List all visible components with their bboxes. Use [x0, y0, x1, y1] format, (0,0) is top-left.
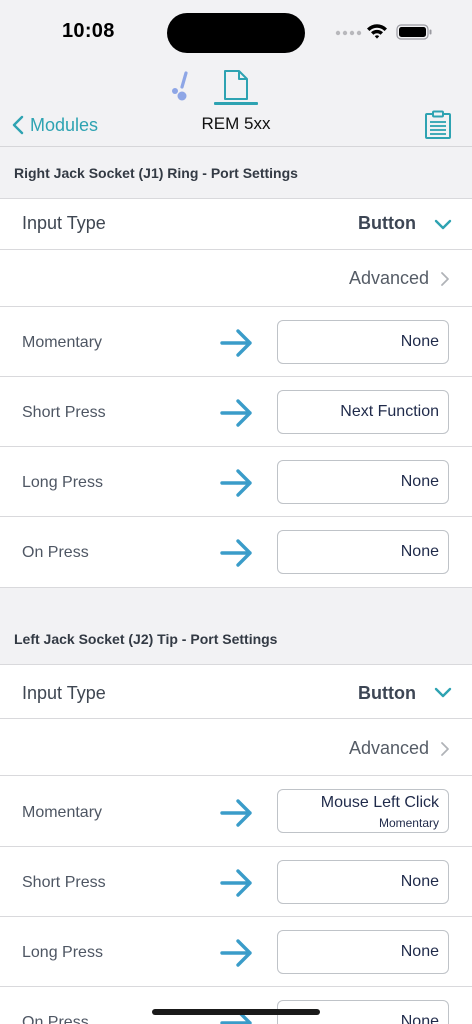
active-tab-indicator — [214, 102, 258, 105]
page-title: REM 5xx — [201, 114, 271, 133]
action-row: On Press None — [0, 986, 472, 1024]
input-type-row[interactable]: Input Type Button — [0, 664, 472, 719]
action-label: Momentary — [22, 804, 103, 821]
input-type-label: Input Type — [22, 683, 106, 703]
action-select-box[interactable]: Mouse Left Click Momentary — [277, 789, 449, 833]
action-label: Short Press — [22, 874, 106, 891]
nav-bar: Modules REM 5xx — [0, 106, 472, 146]
wheelchair-icon[interactable] — [168, 70, 192, 102]
action-select-box[interactable]: None — [277, 930, 449, 974]
section-header: Right Jack Socket (J1) Ring - Port Setti… — [14, 165, 298, 181]
arrow-right-icon — [220, 869, 252, 897]
chevron-down-icon[interactable] — [434, 219, 452, 231]
action-label: Long Press — [22, 474, 103, 491]
advanced-label: Advanced — [348, 738, 429, 758]
wifi-icon — [367, 24, 387, 39]
action-label: Momentary — [22, 334, 103, 351]
advanced-row[interactable]: Advanced — [0, 718, 472, 776]
battery-icon — [396, 24, 432, 40]
action-select-box[interactable]: None — [277, 320, 449, 364]
action-row: On Press None — [0, 516, 472, 588]
input-type-value[interactable]: Button — [358, 683, 416, 704]
arrow-right-icon — [220, 799, 252, 827]
action-row: Momentary Mouse Left Click Momentary — [0, 775, 472, 847]
chevron-down-icon[interactable] — [434, 687, 452, 699]
home-indicator — [152, 1009, 320, 1015]
status-bar: 10:08 — [0, 0, 472, 62]
action-select-box[interactable]: None — [277, 530, 449, 574]
input-type-row[interactable]: Input Type Button — [0, 198, 472, 250]
action-value: None — [400, 943, 439, 960]
arrow-right-icon — [220, 329, 252, 357]
action-label: Long Press — [22, 944, 103, 961]
dynamic-island — [167, 13, 305, 53]
chevron-right-icon — [441, 272, 449, 286]
arrow-right-icon — [220, 469, 252, 497]
action-select-box[interactable]: None — [277, 860, 449, 904]
action-value: None — [400, 543, 439, 560]
arrow-right-icon — [220, 939, 252, 967]
section-header: Left Jack Socket (J2) Tip - Port Setting… — [14, 631, 278, 647]
action-select-box[interactable]: Next Function — [277, 390, 449, 434]
nav-divider — [0, 146, 472, 147]
action-value: None — [400, 1013, 439, 1024]
clipboard-icon[interactable] — [424, 110, 452, 140]
action-row: Short Press Next Function — [0, 376, 472, 447]
action-row: Momentary None — [0, 306, 472, 377]
action-value: Mouse Left Click — [320, 794, 439, 811]
arrow-right-icon — [220, 399, 252, 427]
action-label: Short Press — [22, 404, 106, 421]
action-row: Long Press None — [0, 446, 472, 517]
arrow-right-icon — [220, 539, 252, 567]
status-time: 10:08 — [62, 20, 115, 42]
status-icons — [335, 24, 432, 40]
action-select-box[interactable]: None — [277, 460, 449, 504]
chevron-right-icon — [441, 742, 449, 756]
action-value: None — [400, 333, 439, 350]
action-value: Next Function — [340, 403, 439, 420]
action-row: Long Press None — [0, 916, 472, 987]
advanced-row[interactable]: Advanced — [0, 249, 472, 307]
top-tabs — [0, 66, 472, 108]
action-label: On Press — [22, 544, 89, 561]
input-type-value[interactable]: Button — [358, 213, 416, 234]
input-type-label: Input Type — [22, 213, 106, 233]
action-value-subtitle: Momentary — [378, 816, 439, 830]
screen: 10:08 Modules REM 5xx Right Jack Socket … — [0, 0, 472, 1024]
advanced-label: Advanced — [348, 268, 429, 288]
action-row: Short Press None — [0, 846, 472, 917]
document-icon[interactable] — [222, 69, 250, 101]
cellular-signal-icon — [335, 30, 362, 36]
action-value: None — [400, 873, 439, 890]
action-label: On Press — [22, 1014, 89, 1024]
action-value: None — [400, 473, 439, 490]
